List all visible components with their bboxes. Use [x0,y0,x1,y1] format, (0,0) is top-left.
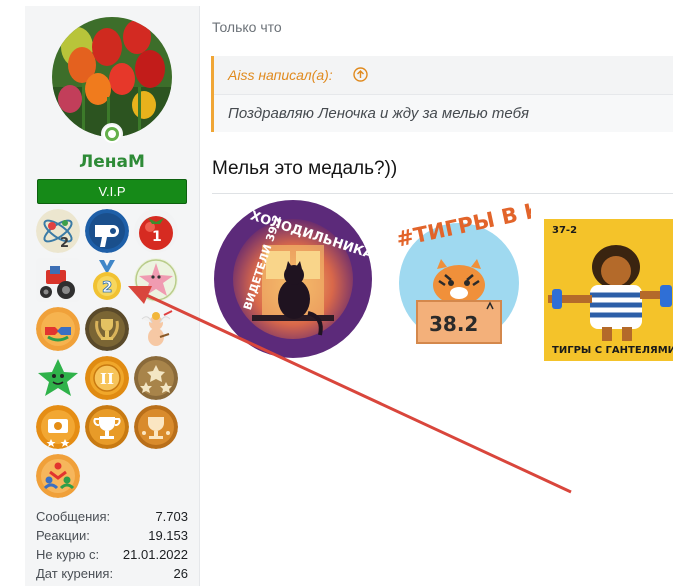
post-image-tiger-dumbbell-badge[interactable]: 37-2 ТИГРЫ С ГАНТЕЛЯМИ [544,219,673,361]
user-stats: Сообщения: 7.703 Реакции: 19.153 Не курю… [36,507,188,583]
stars-badge-icon[interactable] [134,356,178,400]
stat-reactions: Реакции: 19.153 [36,526,188,545]
svg-text:2: 2 [102,278,112,296]
post-timestamp[interactable]: Только что [212,19,282,35]
trophy-badge-icon[interactable] [85,405,129,449]
arrow-up-circle-icon[interactable] [353,67,368,82]
camera-badge-icon[interactable] [36,405,80,449]
starfish-icon[interactable] [134,258,178,302]
stat-messages: Сообщения: 7.703 [36,507,188,526]
gold-medal-2-icon[interactable]: 2 [85,258,129,302]
atom-icon[interactable]: 2 [36,209,80,253]
stat-value: 21.01.2022 [122,547,188,562]
tractor-icon[interactable] [36,258,80,302]
avatar[interactable] [52,17,172,137]
svg-text:2: 2 [60,236,69,251]
post-message: Мелья это медаль?)) [212,158,398,179]
stat-smoking-days: Дат курения: 26 [36,564,188,583]
stat-label: Не курю с: [36,547,100,562]
handshake-badge-icon[interactable] [36,307,80,351]
user-sidebar: ЛенаМ V.I.P 2 1 2 II Сообщения: 7.703 Ре… [25,6,200,586]
user-title-badge: V.I.P [37,179,187,204]
svg-text:II: II [100,370,114,388]
green-star-icon[interactable] [36,356,80,400]
stat-quit-date: Не курю с: 21.01.2022 [36,545,188,564]
people-badge-icon[interactable] [36,454,80,498]
online-status-icon [101,123,123,145]
stat-label: Сообщения: [36,509,111,524]
stat-label: Дат курения: [36,566,114,581]
stat-label: Реакции: [36,528,90,543]
svg-text:38.2: 38.2 [429,312,478,336]
laurel-trophy-icon[interactable] [85,307,129,351]
svg-text:1: 1 [152,229,162,245]
quote-author-link[interactable]: Aiss написал(а): [228,67,333,83]
stat-value[interactable]: 7.703 [155,507,188,526]
cupid-icon[interactable] [134,307,178,351]
svg-text:37-2: 37-2 [552,225,577,236]
roman-two-medal-icon[interactable]: II [85,356,129,400]
svg-text:ТИГРЫ С ГАНТЕЛЯМИ: ТИГРЫ С ГАНТЕЛЯМИ [552,345,673,356]
quote-text: Поздравляю Леночка и жду за мелью тебя [228,105,529,122]
trophy-badge-alt-icon[interactable] [134,405,178,449]
hairdryer-icon[interactable] [85,209,129,253]
tomato-medal-icon[interactable]: 1 [134,209,178,253]
quote-block: Aiss написал(а): Поздравляю Леночка и жд… [211,56,673,132]
post-image-holodilnik-badge[interactable]: ХОЛОДИЛЬНИКА ВИДЕТЕЛИ 39.2 [212,197,375,362]
username[interactable]: ЛенаМ [25,152,199,172]
stat-value[interactable]: 19.153 [148,526,188,545]
post-image-tiger-box-badge[interactable]: #ТИГРЫ В КУБЕ 38.2 [383,188,589,365]
quote-header: Aiss написал(а): [214,56,673,95]
post-divider [212,193,673,194]
stat-value: 26 [173,566,188,581]
